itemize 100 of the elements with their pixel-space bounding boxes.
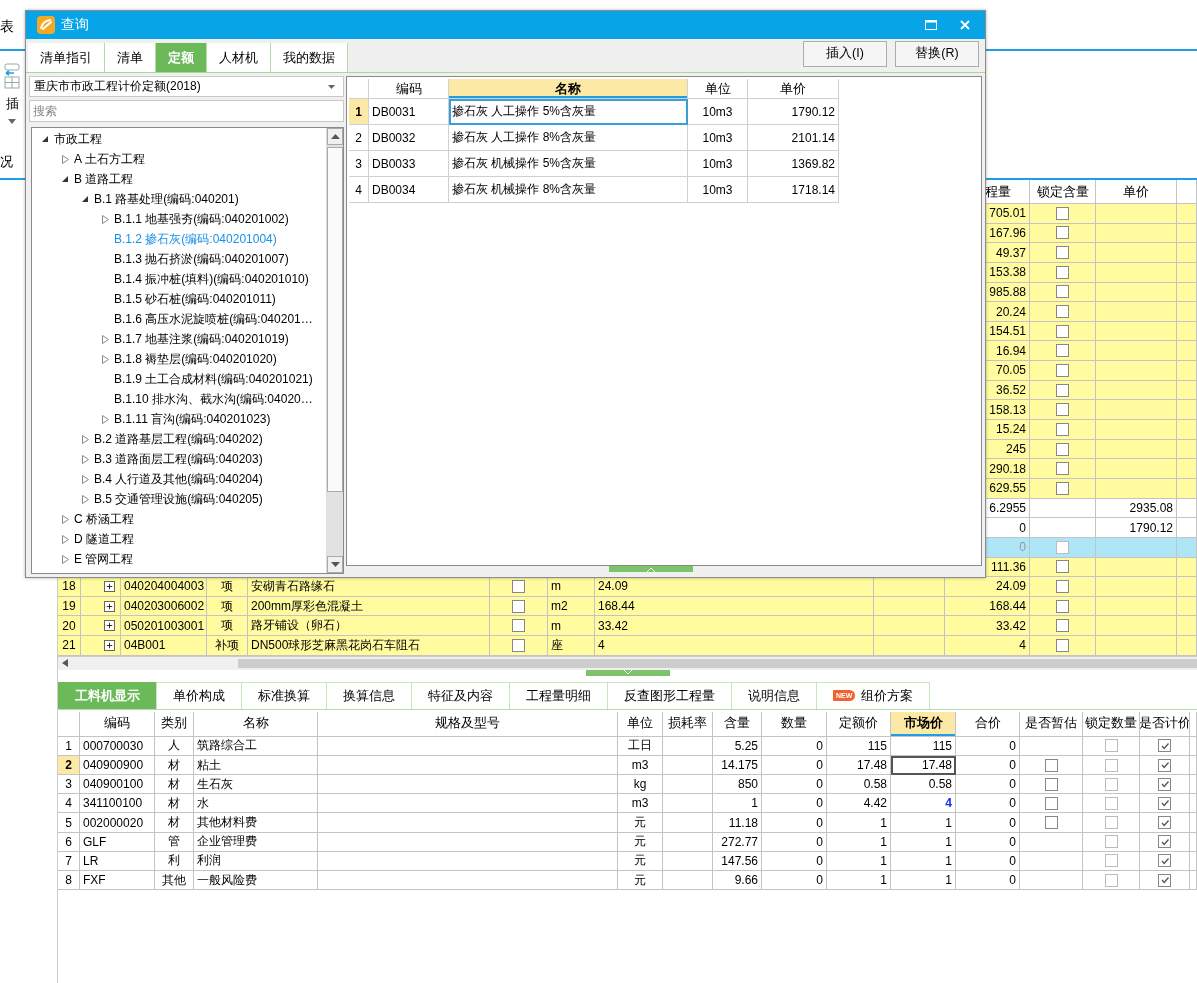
triangle-right-icon[interactable] [82, 474, 89, 484]
column-header[interactable]: 单位 [688, 79, 748, 99]
row-number[interactable]: 5 [58, 813, 80, 833]
row-number[interactable]: 4 [349, 177, 369, 203]
tree-item[interactable]: C 桥涵工程 [32, 509, 326, 529]
checkbox[interactable] [1056, 462, 1069, 476]
row-number[interactable]: 6 [58, 832, 80, 852]
plus-box-icon[interactable] [104, 639, 115, 651]
checkbox[interactable] [1056, 422, 1069, 436]
checkbox[interactable] [1158, 854, 1171, 868]
tree-item[interactable]: B.1.3 抛石挤淤(编码:040201007) [32, 249, 326, 269]
triangle-down-icon[interactable] [42, 135, 49, 143]
insert-tool-button[interactable]: 插 [0, 63, 24, 124]
tree-item[interactable]: B.5 交通管理设施(编码:040205) [32, 489, 326, 509]
checkbox[interactable] [1056, 540, 1069, 554]
row-number[interactable]: 7 [58, 851, 80, 872]
search-field[interactable]: 搜索 [29, 100, 344, 122]
checkbox[interactable] [1104, 816, 1118, 830]
action-button[interactable]: 替换(R) [895, 40, 979, 67]
column-header[interactable]: 名称 [194, 711, 318, 737]
checkbox[interactable] [1056, 481, 1069, 495]
row-number[interactable]: 1 [58, 736, 80, 756]
checkbox[interactable] [1158, 796, 1171, 810]
triangle-right-icon[interactable] [62, 554, 69, 564]
checkbox[interactable] [1104, 835, 1118, 849]
column-header[interactable]: 名称 [449, 79, 688, 99]
triangle-right-icon[interactable] [102, 214, 109, 224]
checkbox[interactable] [512, 599, 525, 613]
checkbox[interactable] [1056, 344, 1069, 358]
tree-item[interactable]: B.1.1 地基强夯(编码:040201002) [32, 209, 326, 229]
triangle-right-icon[interactable] [62, 534, 69, 544]
column-header[interactable]: 编码 [80, 711, 155, 737]
checkbox[interactable] [1056, 206, 1069, 220]
tree-item[interactable]: E 管网工程 [32, 549, 326, 569]
checkbox[interactable] [1056, 560, 1069, 574]
triangle-down-icon[interactable] [62, 175, 69, 183]
tab[interactable]: 人材机 [207, 43, 271, 72]
tree-item[interactable]: B.1.5 砂石桩(编码:040201011) [32, 289, 326, 309]
checkbox[interactable] [1056, 246, 1069, 260]
tree-item[interactable]: 市政工程 [32, 129, 326, 149]
triangle-right-icon[interactable] [102, 334, 109, 344]
tree-item[interactable]: B.1.2 掺石灰(编码:040201004) [32, 229, 326, 249]
checkbox[interactable] [1044, 816, 1058, 830]
column-header[interactable]: 类别 [155, 711, 194, 737]
row-number[interactable]: 1 [349, 99, 369, 125]
checkbox[interactable] [1056, 226, 1069, 240]
action-button[interactable]: 插入(I) [803, 40, 887, 67]
checkbox[interactable] [1104, 854, 1118, 868]
tab[interactable]: 我的数据 [271, 43, 348, 72]
row-number[interactable]: 4 [58, 794, 80, 814]
checkbox[interactable] [1158, 816, 1171, 830]
checkbox[interactable] [1044, 796, 1058, 810]
splitter-handle[interactable] [608, 566, 693, 572]
triangle-right-icon[interactable] [102, 414, 109, 424]
tree-item[interactable]: B.2 道路基层工程(编码:040202) [32, 429, 326, 449]
checkbox[interactable] [1158, 873, 1171, 887]
column-header[interactable]: 单价 [748, 79, 839, 99]
column-header[interactable]: 规格及型号 [318, 711, 618, 737]
row-number[interactable]: 3 [58, 775, 80, 795]
checkbox[interactable] [1056, 324, 1069, 338]
tree-item[interactable]: B.1.11 盲沟(编码:040201023) [32, 409, 326, 429]
checkbox[interactable] [1056, 383, 1069, 397]
scroll-down-button[interactable] [327, 556, 343, 573]
column-header[interactable]: 市场价 [891, 711, 956, 737]
tree-item[interactable]: B 道路工程 [32, 169, 326, 189]
checkbox[interactable] [1056, 363, 1069, 377]
checkbox[interactable] [512, 580, 525, 593]
triangle-down-icon[interactable] [82, 195, 89, 203]
checkbox[interactable] [1104, 739, 1118, 753]
tree-item[interactable]: D 隧道工程 [32, 529, 326, 549]
checkbox[interactable] [1056, 442, 1069, 456]
tree-item[interactable]: B.1 路基处理(编码:040201) [32, 189, 326, 209]
view-tab[interactable]: 况 [0, 152, 13, 171]
column-header[interactable]: 锁定数量 [1083, 711, 1140, 737]
tab[interactable]: 清单 [105, 43, 156, 72]
library-dropdown[interactable]: 重庆市市政工程计价定额(2018) [29, 76, 344, 97]
checkbox[interactable] [512, 638, 525, 652]
checkbox[interactable] [1056, 265, 1069, 279]
tree-item[interactable]: A 土石方工程 [32, 149, 326, 169]
row-number[interactable]: 8 [58, 871, 80, 891]
scroll-thumb[interactable] [238, 658, 1197, 668]
checkbox[interactable] [1056, 285, 1069, 299]
checkbox[interactable] [1056, 305, 1069, 318]
plus-box-icon[interactable] [104, 581, 115, 592]
vertical-scrollbar[interactable] [326, 128, 343, 573]
checkbox[interactable] [1056, 403, 1069, 417]
triangle-right-icon[interactable] [82, 434, 89, 444]
checkbox[interactable] [1056, 638, 1069, 652]
grid-row[interactable]: 19 040203006002 项 200mm厚彩色混凝土 m2 168.44 168.44 [58, 596, 1197, 617]
triangle-right-icon[interactable] [82, 454, 89, 464]
scroll-up-button[interactable] [327, 128, 343, 145]
checkbox[interactable] [1158, 739, 1171, 753]
column-header[interactable]: 是否暂估 [1020, 711, 1083, 737]
checkbox[interactable] [1056, 599, 1069, 613]
tree-item[interactable]: B.1.8 褥垫层(编码:040201020) [32, 349, 326, 369]
tree-item[interactable]: B.3 道路面层工程(编码:040203) [32, 449, 326, 469]
checkbox[interactable] [1104, 873, 1118, 887]
checkbox[interactable] [1158, 758, 1171, 772]
triangle-right-icon[interactable] [62, 154, 69, 164]
checkbox[interactable] [512, 619, 525, 633]
